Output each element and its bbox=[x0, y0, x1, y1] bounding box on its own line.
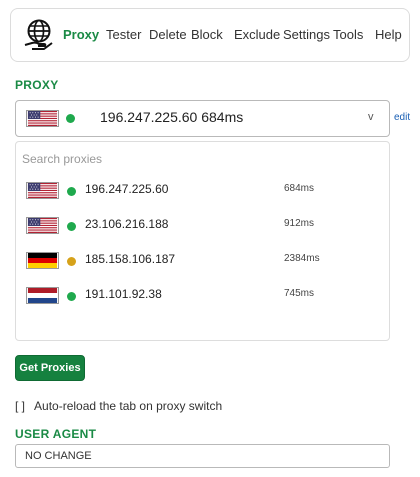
auto-reload-label: Auto-reload the tab on proxy switch bbox=[34, 399, 223, 413]
status-dot-icon bbox=[67, 222, 76, 231]
proxy-latency: 684ms bbox=[284, 183, 315, 194]
get-proxies-button[interactable]: Get Proxies bbox=[15, 355, 85, 381]
us-flag-icon bbox=[26, 182, 59, 199]
proxy-latency: 912ms bbox=[284, 218, 315, 229]
tab-exclude[interactable]: Exclude bbox=[234, 27, 280, 42]
proxy-section-title: PROXY bbox=[15, 78, 59, 92]
selected-proxy-text: 196.247.225.60 684ms bbox=[100, 109, 244, 125]
auto-reload-toggle[interactable]: [ ] Auto-reload the tab on proxy switch bbox=[15, 399, 222, 413]
status-dot-icon bbox=[67, 187, 76, 196]
status-dot-icon bbox=[67, 292, 76, 301]
tab-block[interactable]: Block bbox=[191, 27, 223, 42]
chevron-down-icon: v bbox=[368, 111, 374, 123]
tab-settings[interactable]: Settings bbox=[283, 27, 330, 42]
proxy-list-item[interactable]: 185.158.106.187 2384ms bbox=[16, 245, 389, 275]
top-navbar: Proxy Tester Delete Block Exclude Settin… bbox=[10, 8, 410, 62]
de-flag-icon bbox=[26, 252, 59, 269]
status-dot-icon bbox=[67, 257, 76, 266]
proxy-ip: 23.106.216.188 bbox=[85, 217, 169, 231]
us-flag-icon bbox=[26, 217, 59, 234]
user-agent-field[interactable]: NO CHANGE bbox=[15, 444, 390, 468]
proxy-select[interactable]: 196.247.225.60 684ms v bbox=[15, 100, 390, 137]
globe-hand-icon bbox=[22, 18, 56, 52]
status-dot-icon bbox=[66, 114, 75, 123]
tab-help[interactable]: Help bbox=[375, 27, 402, 42]
proxy-ip: 196.247.225.60 bbox=[85, 182, 169, 196]
proxy-ip: 185.158.106.187 bbox=[85, 252, 176, 266]
proxy-list-item[interactable]: 23.106.216.188 912ms bbox=[16, 210, 389, 240]
proxy-latency: 745ms bbox=[284, 288, 315, 299]
user-agent-section-title: USER AGENT bbox=[15, 427, 97, 441]
tab-proxy[interactable]: Proxy bbox=[63, 27, 99, 42]
search-proxies-input[interactable] bbox=[22, 150, 322, 168]
proxy-list-item[interactable]: 191.101.92.38 745ms bbox=[16, 280, 389, 310]
tab-delete[interactable]: Delete bbox=[149, 27, 187, 42]
proxy-ip: 191.101.92.38 bbox=[85, 287, 162, 301]
proxy-latency: 2384ms bbox=[284, 253, 320, 264]
proxy-list-item[interactable]: 196.247.225.60 684ms bbox=[16, 175, 389, 205]
tab-tester[interactable]: Tester bbox=[106, 27, 141, 42]
edit-link[interactable]: edit bbox=[394, 112, 410, 123]
us-flag-icon bbox=[26, 110, 59, 127]
checkbox[interactable]: [ ] bbox=[15, 399, 25, 413]
nl-flag-icon bbox=[26, 287, 59, 304]
proxy-dropdown: 196.247.225.60 684ms 23.106.216.188 912m… bbox=[15, 141, 390, 341]
tab-tools[interactable]: Tools bbox=[333, 27, 363, 42]
